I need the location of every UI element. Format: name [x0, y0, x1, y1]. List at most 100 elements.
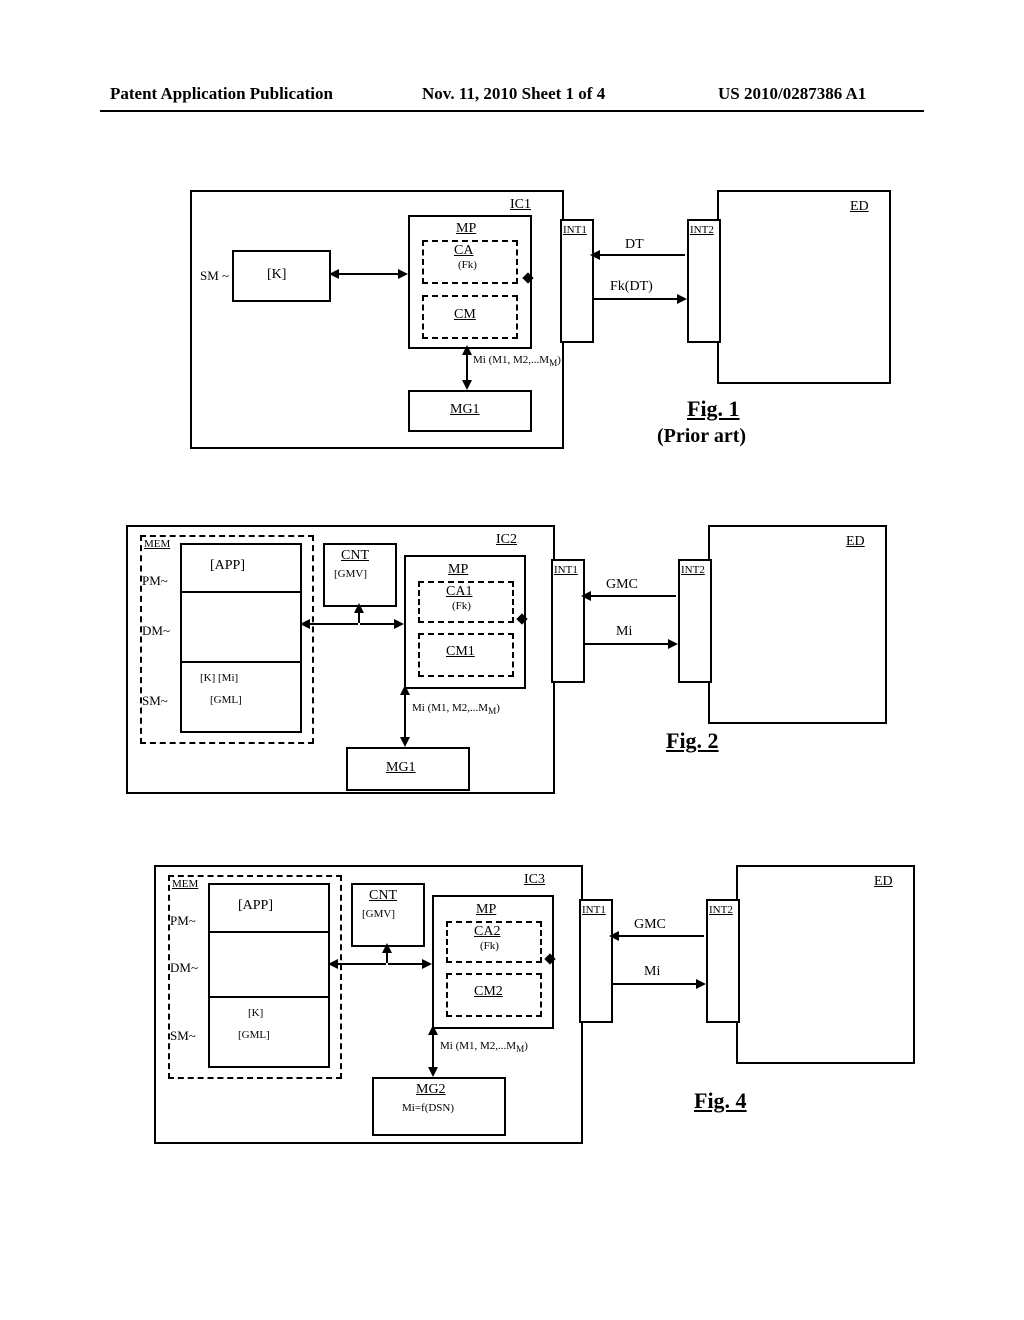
fig4-gmv-label: [GMV] — [362, 909, 395, 920]
arrow-up-icon — [462, 345, 472, 355]
fig4-pm-label: PM~ — [170, 913, 196, 929]
fig4-dm-label: DM~ — [170, 960, 198, 976]
fig4-mi-arrow — [611, 983, 704, 985]
fig2-dm-box — [180, 591, 302, 665]
arrow-down-icon — [462, 380, 472, 390]
fig2-mg1-label: MG1 — [386, 761, 416, 775]
fig2-int1-box — [551, 559, 585, 683]
arrow-left-icon — [300, 619, 310, 629]
figure-1: IC1 [K] SM ~ MP CA (Fk) CM MG1 Mi (M1, M… — [190, 180, 890, 460]
fig2-int2-box — [678, 559, 712, 683]
fig2-kmi-label: [K] [Mi] — [200, 673, 238, 684]
fig4-mem-label: MEM — [172, 879, 198, 890]
fig2-sm-label: SM~ — [142, 693, 168, 709]
fig1-int2-box — [687, 219, 721, 343]
header-rule — [100, 110, 924, 112]
fig1-cm-label: CM — [454, 308, 476, 322]
fig1-dt-label: DT — [625, 238, 644, 252]
arrow-left-icon — [590, 250, 600, 260]
fig1-ic1-label: IC1 — [510, 198, 531, 212]
fig4-mg2-fn-label: Mi=f(DSN) — [402, 1103, 454, 1114]
header-mid: Nov. 11, 2010 Sheet 1 of 4 — [422, 84, 605, 104]
fig2-int2-label: INT2 — [681, 565, 705, 576]
fig2-fk-label: (Fk) — [452, 601, 471, 612]
fig2-mi-edge-label: Mi — [616, 625, 632, 639]
fig1-arrow-k-mp — [329, 273, 406, 275]
fig2-cm1-label: CM1 — [446, 645, 475, 659]
arrow-right-icon — [677, 294, 687, 304]
fig1-ed-label: ED — [850, 200, 869, 214]
fig4-gmc-arrow — [611, 935, 704, 937]
arrow-right-icon — [422, 959, 432, 969]
fig4-ed-box — [736, 865, 915, 1064]
fig4-k-label: [K] — [248, 1008, 263, 1019]
arrow-right-icon — [398, 269, 408, 279]
fig4-mi-list: Mi (M1, M2,...MM) — [440, 1041, 528, 1054]
fig4-gml-label: [GML] — [238, 1030, 270, 1041]
fig2-pm-label: PM~ — [142, 573, 168, 589]
fig2-gmc-label: GMC — [606, 578, 638, 592]
fig4-mg2-label: MG2 — [416, 1083, 446, 1097]
fig4-int2-label: INT2 — [709, 905, 733, 916]
fig2-mi-list: Mi (M1, M2,...MM) — [412, 703, 500, 716]
fig4-int1-box — [579, 899, 613, 1023]
fig2-gmc-arrow — [583, 595, 676, 597]
fig4-mi-edge-label: Mi — [644, 965, 660, 979]
arrow-down-icon — [428, 1067, 438, 1077]
fig4-int2-box — [706, 899, 740, 1023]
header-left: Patent Application Publication — [110, 84, 333, 104]
arrow-up-icon — [400, 685, 410, 695]
fig4-ca2-label: CA2 — [474, 925, 500, 939]
arrow-up-icon — [382, 943, 392, 953]
fig1-fk-label: (Fk) — [458, 260, 477, 271]
arrow-right-icon — [394, 619, 404, 629]
arrow-left-icon — [328, 959, 338, 969]
fig2-dm-label: DM~ — [142, 623, 170, 639]
fig4-dm-box — [208, 931, 330, 1000]
fig1-caption: Fig. 1 — [687, 398, 740, 420]
fig4-app-label: [APP] — [238, 899, 273, 913]
fig4-mp-label: MP — [476, 903, 496, 917]
fig1-mp-label: MP — [456, 222, 476, 236]
arrow-up-icon — [354, 603, 364, 613]
fig1-fkdt-label: Fk(DT) — [610, 280, 653, 294]
figure-2: IC2 MEM [APP] PM~ DM~ [K] [Mi] [GML] SM~… — [126, 515, 896, 795]
fig2-ca1-label: CA1 — [446, 585, 472, 599]
fig4-caption: Fig. 4 — [694, 1090, 747, 1112]
fig4-cnt-label: CNT — [369, 889, 397, 903]
fig2-cnt-label: CNT — [341, 549, 369, 563]
fig2-ed-box — [708, 525, 887, 724]
fig2-mp-label: MP — [448, 563, 468, 577]
fig1-fkdt-arrow — [592, 298, 685, 300]
fig2-int1-label: INT1 — [554, 565, 578, 576]
fig4-int1-label: INT1 — [582, 905, 606, 916]
fig1-int2-label: INT2 — [690, 225, 714, 236]
fig2-ed-label: ED — [846, 535, 865, 549]
arrow-down-icon — [400, 737, 410, 747]
fig2-caption: Fig. 2 — [666, 730, 719, 752]
fig2-app-label: [APP] — [210, 559, 245, 573]
fig1-int1-label: INT1 — [563, 225, 587, 236]
fig4-sm-label: SM~ — [170, 1028, 196, 1044]
arrow-right-icon — [668, 639, 678, 649]
fig1-int1-box — [560, 219, 594, 343]
fig1-prior-art: (Prior art) — [657, 426, 746, 446]
arrow-left-icon — [581, 591, 591, 601]
fig2-gmv-label: [GMV] — [334, 569, 367, 580]
fig2-ic2-label: IC2 — [496, 533, 517, 547]
fig1-mg1-label: MG1 — [450, 403, 480, 417]
header-right: US 2010/0287386 A1 — [718, 84, 866, 104]
fig1-sm-label: SM ~ — [200, 268, 229, 284]
fig4-ed-label: ED — [874, 875, 893, 889]
arrow-left-icon — [329, 269, 339, 279]
fig2-mem-label: MEM — [144, 539, 170, 550]
arrow-left-icon — [609, 931, 619, 941]
fig4-fk-label: (Fk) — [480, 941, 499, 952]
arrow-right-icon — [696, 979, 706, 989]
fig4-cm2-label: CM2 — [474, 985, 503, 999]
fig1-ed-box — [717, 190, 891, 384]
fig2-mi-arrow — [583, 643, 676, 645]
fig1-mi-list: Mi (M1, M2,...MM) — [473, 355, 561, 368]
arrow-up-icon — [428, 1025, 438, 1035]
fig4-gmc-label: GMC — [634, 918, 666, 932]
